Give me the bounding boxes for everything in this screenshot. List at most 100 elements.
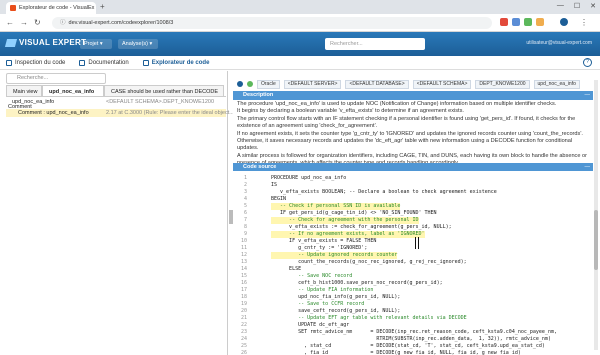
nav-icon[interactable] — [247, 81, 253, 87]
code-text: UPDATE dc_eft_agr — [271, 322, 350, 328]
nav-icon[interactable] — [237, 81, 243, 87]
tab-upd-noc-ea-info[interactable]: upd_noc_ea_info — [42, 85, 104, 96]
app-logo[interactable]: VISUAL EXPERT — [4, 38, 86, 47]
extension-icon[interactable] — [536, 18, 544, 26]
inspection-tab[interactable]: Inspection du code — [6, 59, 65, 66]
code-text: upd_noc_fia_info(g_pers_id, NULL); — [271, 294, 401, 300]
new-tab-icon[interactable]: + — [100, 2, 105, 11]
code-text: PROCEDURE upd_noc_ea_info — [271, 175, 347, 181]
breadcrumb-item[interactable]: DEPT_KNOWE1200 — [475, 79, 530, 89]
code-text: -- Save to CCFR record — [271, 301, 365, 307]
line-number: 21 — [240, 315, 247, 321]
code-line: 12 -- Update ignored records counter — [233, 252, 593, 259]
documentation-tab[interactable]: Documentation — [79, 59, 129, 66]
code-line: 11 g_cntr_ty := 'IGNORED'; — [233, 245, 593, 252]
extension-icon[interactable] — [512, 18, 520, 26]
line-number: 17 — [240, 287, 247, 293]
url-bar[interactable]: ⓘ dev.visual-expert.com/codeexplorer/1008… — [52, 17, 492, 29]
code-text: g_cntr_ty := 'IGNORED'; — [271, 245, 368, 251]
line-number: 4 — [243, 196, 247, 202]
global-search-input[interactable]: Rechercher... — [325, 38, 425, 50]
app-header: VISUAL EXPERT Projet ▾ Analyse(s) ▾ Rech… — [0, 32, 600, 56]
description-line: If no agreement exists, it sets the coun… — [237, 130, 583, 152]
line-number: 9 — [243, 231, 247, 237]
code-line: 3 v_efta_exists BOOLEAN; -- Declare a bo… — [233, 189, 593, 196]
extension-icon[interactable] — [524, 18, 532, 26]
line-number: 25 — [240, 343, 247, 349]
scrollbar-thumb[interactable] — [594, 210, 598, 270]
maximize-icon[interactable]: ☐ — [574, 2, 580, 10]
code-line: 18 upd_noc_fia_info(g_pers_id, NULL); — [233, 294, 593, 301]
line-number: 14 — [240, 266, 247, 272]
code-text: -- Update FIA information — [271, 287, 374, 293]
code-line: 16 ceft_b_hist1000.save_pers_noc_record(… — [233, 280, 593, 287]
back-icon[interactable]: ← — [6, 18, 14, 27]
code-line: 1 PROCEDURE upd_noc_ea_info — [233, 175, 593, 182]
inspection-icon — [6, 59, 12, 66]
code-text: -- Save NOC record — [271, 273, 353, 279]
tree-search-input[interactable]: Recherche... — [6, 73, 106, 84]
breadcrumb-item[interactable]: <DEFAULT SERVER> — [283, 79, 342, 89]
code-line: 4 BEGIN — [233, 196, 593, 203]
code-text: IS — [271, 182, 278, 188]
code-line: 5 -- Check if personal SSN ID is availab… — [233, 203, 593, 210]
forward-icon[interactable]: → — [20, 18, 28, 27]
tab-case-rule[interactable]: CASE should be used rather than DECODE — [104, 85, 224, 96]
code-line: 14 ELSE — [233, 266, 593, 273]
right-panel: Oracle <DEFAULT SERVER> <DEFAULT DATABAS… — [233, 71, 600, 355]
code-line: 23 SET rmtc_advice_nm = DECODE(inp_rec.r… — [233, 329, 593, 336]
code-text: , fia_id = DECODE(g_new_fia_id, NULL, fi… — [271, 350, 521, 355]
site-info-icon[interactable]: ⓘ — [60, 20, 66, 26]
reload-icon[interactable]: ↻ — [34, 18, 41, 27]
code-line: 10 IF v_efta_exists = FALSE THEN — [233, 238, 593, 245]
description-line: The procedure 'upd_noc_ea_info' is used … — [237, 101, 557, 107]
breadcrumb-item[interactable]: <DEFAULT DATABASE> — [345, 79, 409, 89]
line-number: 23 — [240, 329, 247, 335]
collapse-icon[interactable]: — — [585, 91, 591, 100]
code-editor[interactable]: 1 PROCEDURE upd_noc_ea_info 2 IS 3 v_efta_ex… — [233, 171, 593, 355]
line-number: 1 — [243, 175, 247, 181]
line-number: 20 — [240, 308, 247, 314]
scrollbar[interactable] — [594, 80, 598, 350]
documentation-icon — [79, 59, 86, 66]
minimize-icon[interactable]: — — [557, 2, 564, 10]
code-text: count_the_records(g_noc_rec_ignored, g_r… — [271, 259, 467, 265]
breadcrumb-item[interactable]: <DEFAULT SCHEMA> — [412, 79, 472, 89]
line-number: 10 — [240, 238, 247, 244]
main-toolbar: Inspection du code Documentation Explora… — [0, 56, 600, 70]
browser-tab[interactable]: Explorateur de code - VisualEx ✕ — [6, 2, 96, 14]
code-text: ceft_b_hist1000.save_pers_noc_record(g_p… — [271, 280, 443, 286]
code-explorer-tab[interactable]: Explorateur de code — [142, 59, 209, 66]
profile-avatar[interactable] — [560, 18, 568, 26]
text-cursor-icon — [415, 237, 419, 249]
url-text: dev.visual-expert.com/codeexplorer/1008/… — [68, 20, 174, 26]
project-select[interactable]: Projet ▾ — [80, 39, 112, 49]
close-window-icon[interactable]: ✕ — [590, 2, 596, 10]
code-line: 13 count_the_records(g_noc_rec_ignored, … — [233, 259, 593, 266]
line-number: 6 — [243, 210, 247, 216]
tree-item-comment[interactable]: Comment : upd_noc_ea_info 2.17 at C.3000 … — [6, 110, 234, 116]
code-text: -- If no agreement exists, label as 'IGN… — [271, 231, 425, 238]
left-panel: Recherche... Main view upd_noc_ea_info C… — [0, 71, 234, 355]
code-line: 26 , fia_id = DECODE(g_new_fia_id, NULL,… — [233, 350, 593, 355]
tab-main-view[interactable]: Main view — [6, 85, 42, 96]
code-text: ELSE — [271, 266, 302, 272]
code-line: 15 -- Save NOC record — [233, 273, 593, 280]
line-number: 26 — [240, 350, 247, 355]
extension-icon[interactable] — [500, 18, 508, 26]
browser-tabstrip: Explorateur de code - VisualEx ✕ + — ☐ ✕ — [0, 0, 600, 14]
browser-menu-icon[interactable]: ⋮ — [580, 18, 588, 27]
line-number: 11 — [240, 245, 247, 251]
code-text: -- Update ignored records counter — [271, 252, 398, 259]
breadcrumb-item[interactable]: upd_noc_ea_info — [533, 79, 580, 89]
user-email[interactable]: utilisateur@visual-expert.com — [526, 40, 592, 46]
line-number: 22 — [240, 322, 247, 328]
code-line: 17 -- Update FIA information — [233, 287, 593, 294]
help-icon[interactable]: ? — [583, 58, 592, 67]
breadcrumb-item[interactable]: Oracle — [257, 79, 280, 89]
description-line: It begins by declaring a boolean variabl… — [237, 108, 464, 115]
line-number: 18 — [240, 294, 247, 300]
analysis-select[interactable]: Analyse(s) ▾ — [118, 39, 158, 49]
code-line: 8 v_efta_exists := check_for_agreement(g… — [233, 224, 593, 231]
description-header[interactable]: Description — — [233, 91, 593, 100]
